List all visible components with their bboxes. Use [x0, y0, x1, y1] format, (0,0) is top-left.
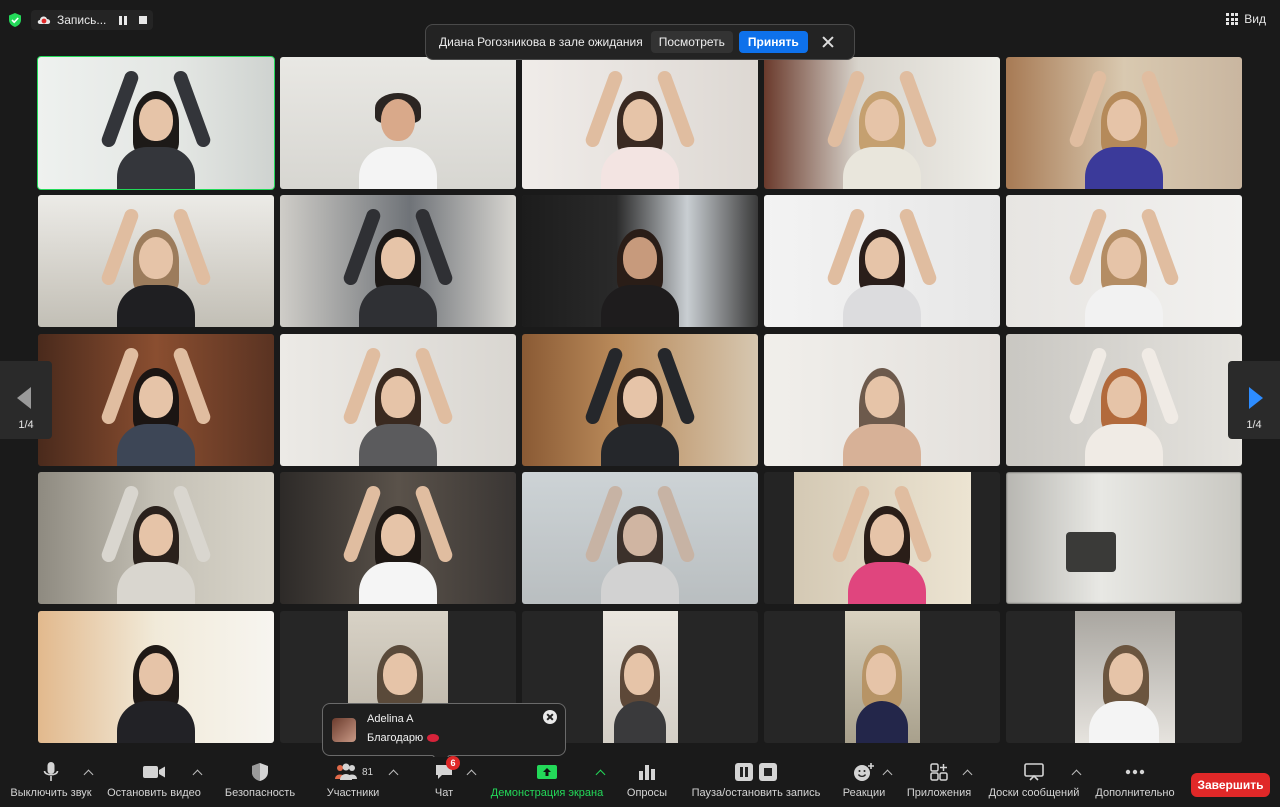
stop-video-label: Остановить видео [107, 787, 201, 799]
video-camera-icon [143, 766, 165, 778]
polls-label: Опросы [626, 787, 668, 799]
stop-icon[interactable] [759, 763, 777, 781]
next-page-button[interactable]: 1/4 [1228, 361, 1280, 439]
mute-label: Выключить звук [10, 787, 92, 799]
admit-button[interactable]: Принять [738, 31, 808, 53]
polls-chart-icon [639, 765, 655, 780]
pause-recording-icon[interactable] [118, 15, 128, 25]
video-tile[interactable] [38, 611, 274, 743]
video-tile[interactable] [38, 195, 274, 327]
close-notice-icon[interactable] [822, 36, 834, 48]
video-tile[interactable] [522, 57, 758, 189]
shield-icon[interactable] [8, 13, 22, 27]
chat-unread-badge: 6 [446, 756, 460, 770]
whiteboards-label: Доски сообщений [988, 787, 1080, 799]
arrow-left-icon [17, 387, 31, 409]
waiting-room-notification: Диана Рогозникова в зале ожидания Посмот… [425, 24, 855, 60]
security-label: Безопасность [224, 787, 296, 799]
close-chat-notification-icon[interactable] [543, 710, 557, 724]
stop-recording-icon[interactable] [138, 15, 148, 25]
video-tile[interactable] [764, 334, 1000, 466]
share-screen-button[interactable]: Демонстрация экрана [486, 757, 608, 807]
apps-icon [930, 763, 948, 781]
zoom-meeting-window: Запись... Вид Диана Рогозникова в зале о… [0, 0, 1280, 807]
security-shield-icon [252, 763, 268, 781]
view-button[interactable]: Вид [1226, 12, 1266, 26]
recording-controls-label: Пауза/остановить запись [691, 787, 821, 799]
cloud-record-icon [37, 16, 51, 24]
video-tile[interactable] [280, 57, 516, 189]
view-label: Вид [1244, 12, 1266, 26]
recording-pill[interactable]: Запись... [31, 10, 153, 30]
whiteboards-button[interactable]: Доски сообщений [984, 757, 1084, 807]
security-button[interactable]: Безопасность [222, 757, 298, 807]
video-tile[interactable] [1006, 611, 1242, 743]
chat-notification[interactable]: Adelina A Благодарю [322, 703, 566, 765]
end-meeting-button[interactable]: Завершить [1191, 773, 1270, 797]
video-tile[interactable] [38, 472, 274, 604]
video-tile[interactable] [280, 472, 516, 604]
meeting-toolbar: Выключить звук Остановить видео Безопасн… [0, 756, 1280, 807]
chat-button[interactable]: 6 Чат [424, 756, 464, 807]
view-waiting-room-button[interactable]: Посмотреть [650, 31, 733, 53]
sender-name: Adelina A [367, 713, 414, 725]
share-screen-label: Демонстрация экрана [490, 787, 604, 799]
participants-icon [334, 763, 357, 780]
video-tile[interactable] [1006, 472, 1242, 604]
reactions-label: Реакции [842, 787, 886, 799]
page-indicator-right: 1/4 [1246, 419, 1262, 431]
video-tile[interactable] [522, 472, 758, 604]
video-tile[interactable] [280, 195, 516, 327]
page-indicator-left: 1/4 [18, 419, 34, 431]
reactions-button[interactable]: Реакции [838, 757, 890, 807]
stop-video-button[interactable]: Остановить видео [106, 757, 202, 807]
reactions-smiley-icon [854, 763, 874, 781]
mute-button[interactable]: Выключить звук [8, 757, 94, 807]
participants-options-chevron-icon[interactable] [388, 769, 399, 780]
apps-button[interactable]: Приложения [904, 757, 974, 807]
video-tile[interactable] [522, 334, 758, 466]
kiss-emoji-icon [427, 734, 440, 742]
video-tile[interactable] [522, 195, 758, 327]
video-tile[interactable] [764, 195, 1000, 327]
apps-label: Приложения [906, 787, 972, 799]
whiteboard-icon [1024, 763, 1044, 781]
recording-label: Запись... [57, 13, 107, 27]
chat-message: Благодарю [367, 732, 440, 744]
pause-icon[interactable] [735, 763, 753, 781]
video-tile[interactable] [280, 334, 516, 466]
waiting-room-text: Диана Рогозникова в зале ожидания [439, 35, 643, 49]
more-dots-icon [1125, 769, 1145, 775]
microphone-icon [43, 762, 59, 781]
more-label: Дополнительно [1095, 787, 1175, 799]
video-tile[interactable] [37, 56, 275, 190]
chat-message-text: Благодарю [367, 732, 424, 744]
share-screen-icon [537, 765, 557, 779]
more-button[interactable]: Дополнительно [1092, 757, 1178, 807]
video-tile[interactable] [1006, 57, 1242, 189]
arrow-right-icon [1249, 387, 1263, 409]
participants-count: 81 [361, 766, 374, 778]
participants-label: Участники [326, 787, 380, 799]
chat-options-chevron-icon[interactable] [466, 769, 477, 780]
video-tile[interactable] [1006, 195, 1242, 327]
participants-button[interactable]: 81 Участники [322, 757, 384, 807]
chat-label: Чат [434, 787, 454, 799]
video-tile[interactable] [764, 57, 1000, 189]
recording-controls-button[interactable]: Пауза/остановить запись [688, 757, 824, 807]
video-tile[interactable] [1006, 334, 1242, 466]
previous-page-button[interactable]: 1/4 [0, 361, 52, 439]
video-tile[interactable] [764, 611, 1000, 743]
video-tile[interactable] [38, 334, 274, 466]
grid-view-icon [1226, 13, 1239, 25]
video-tile[interactable] [764, 472, 1000, 604]
sender-avatar [332, 718, 356, 742]
polls-button[interactable]: Опросы [624, 757, 670, 807]
